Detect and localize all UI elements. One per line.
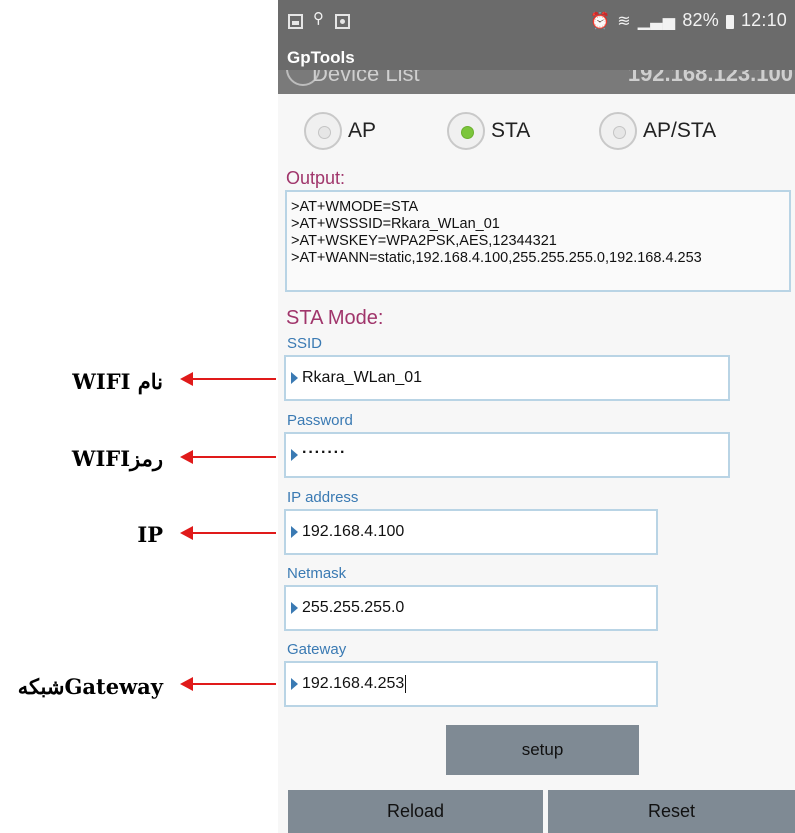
- radio-sta[interactable]: STA: [447, 112, 530, 150]
- arrow-line: [190, 456, 276, 458]
- gateway-value: 192.168.4.253: [302, 675, 405, 693]
- reset-button[interactable]: Reset: [548, 790, 795, 833]
- arrow-line: [190, 532, 276, 534]
- phone-screen: ⚲ ⏰ ≋ ▁▃▅ 82% 12:10 GpTools Device List …: [278, 0, 795, 833]
- download-notification-icon: [335, 14, 350, 29]
- radio-ap-label[interactable]: AP: [348, 119, 376, 143]
- text-caret: [405, 675, 407, 693]
- output-line: >AT+WMODE=STA: [291, 199, 419, 215]
- output-line: >AT+WSKEY=WPA2PSK,AES,12344321: [291, 233, 557, 249]
- usb-icon: ⚲: [313, 10, 324, 27]
- status-bar: ⚲ ⏰ ≋ ▁▃▅ 82% 12:10: [278, 0, 795, 44]
- radio-ap-sta-label[interactable]: AP/STA: [643, 119, 716, 143]
- password-label: Password: [287, 412, 353, 429]
- arrow-line: [190, 683, 276, 685]
- device-ip: 192.168.123.100: [627, 70, 793, 86]
- arrow-line: [190, 378, 276, 380]
- ip-address-value: 192.168.4.100: [302, 523, 405, 540]
- gateway-label: Gateway: [287, 641, 347, 658]
- signal-icon: ▁▃▅: [637, 12, 676, 30]
- reload-button[interactable]: Reload: [288, 790, 543, 833]
- image-notification-icon: [288, 14, 303, 29]
- output-line: >AT+WANN=static,192.168.4.100,255.255.25…: [291, 250, 702, 266]
- netmask-label: Netmask: [287, 565, 347, 582]
- annotation-ssid-text: نام WIFI: [72, 369, 163, 394]
- clock: 12:10: [740, 10, 787, 30]
- field-marker-icon: [291, 602, 298, 614]
- status-right: ⏰ ≋ ▁▃▅ 82% 12:10: [590, 10, 787, 31]
- field-marker-icon: [291, 372, 298, 384]
- ssid-input[interactable]: Rkara_WLan_01: [284, 355, 730, 401]
- alarm-icon: ⏰: [590, 12, 611, 30]
- battery-icon: [725, 14, 734, 29]
- radio-button-icon[interactable]: [304, 112, 342, 150]
- device-list-bar[interactable]: Device List 192.168.123.100: [278, 70, 795, 94]
- output-label: Output:: [286, 168, 346, 188]
- annotation-gateway-text: Gatewayشبکه: [17, 674, 163, 699]
- annotation-password-text: رمزWIFI: [71, 446, 163, 471]
- wifi-icon: ≋: [617, 12, 631, 30]
- ip-address-label: IP address: [287, 489, 359, 506]
- mode-radio-group: AP STA AP/STA: [278, 112, 795, 152]
- sta-mode-title: STA Mode:: [286, 307, 384, 329]
- radio-ap[interactable]: AP: [304, 112, 376, 150]
- password-value: ·······: [302, 444, 347, 461]
- radio-button-checked-icon[interactable]: [447, 112, 485, 150]
- netmask-input[interactable]: 255.255.255.0: [284, 585, 658, 631]
- app-title: GpTools: [287, 48, 355, 67]
- gateway-value-wrap: 192.168.4.253: [302, 675, 407, 693]
- annotation-ip-text: IP: [137, 522, 163, 547]
- ssid-label: SSID: [287, 335, 323, 352]
- radio-ap-sta[interactable]: AP/STA: [599, 112, 716, 150]
- field-marker-icon: [291, 449, 298, 461]
- setup-button[interactable]: setup: [446, 725, 639, 775]
- output-log[interactable]: >AT+WMODE=STA >AT+WSSSID=Rkara_WLan_01 >…: [285, 190, 791, 292]
- radio-sta-label[interactable]: STA: [491, 119, 530, 143]
- field-marker-icon: [291, 526, 298, 538]
- ip-address-input[interactable]: 192.168.4.100: [284, 509, 658, 555]
- password-input[interactable]: ·······: [284, 432, 730, 478]
- battery-percent: 82%: [682, 10, 719, 30]
- output-line: >AT+WSSSID=Rkara_WLan_01: [291, 216, 500, 232]
- device-list-label[interactable]: Device List: [312, 70, 420, 87]
- app-titlebar: GpTools: [278, 44, 795, 70]
- gateway-input[interactable]: 192.168.4.253: [284, 661, 658, 707]
- field-marker-icon: [291, 678, 298, 690]
- netmask-value: 255.255.255.0: [302, 599, 405, 616]
- radio-button-icon[interactable]: [599, 112, 637, 150]
- ssid-value: Rkara_WLan_01: [302, 369, 423, 386]
